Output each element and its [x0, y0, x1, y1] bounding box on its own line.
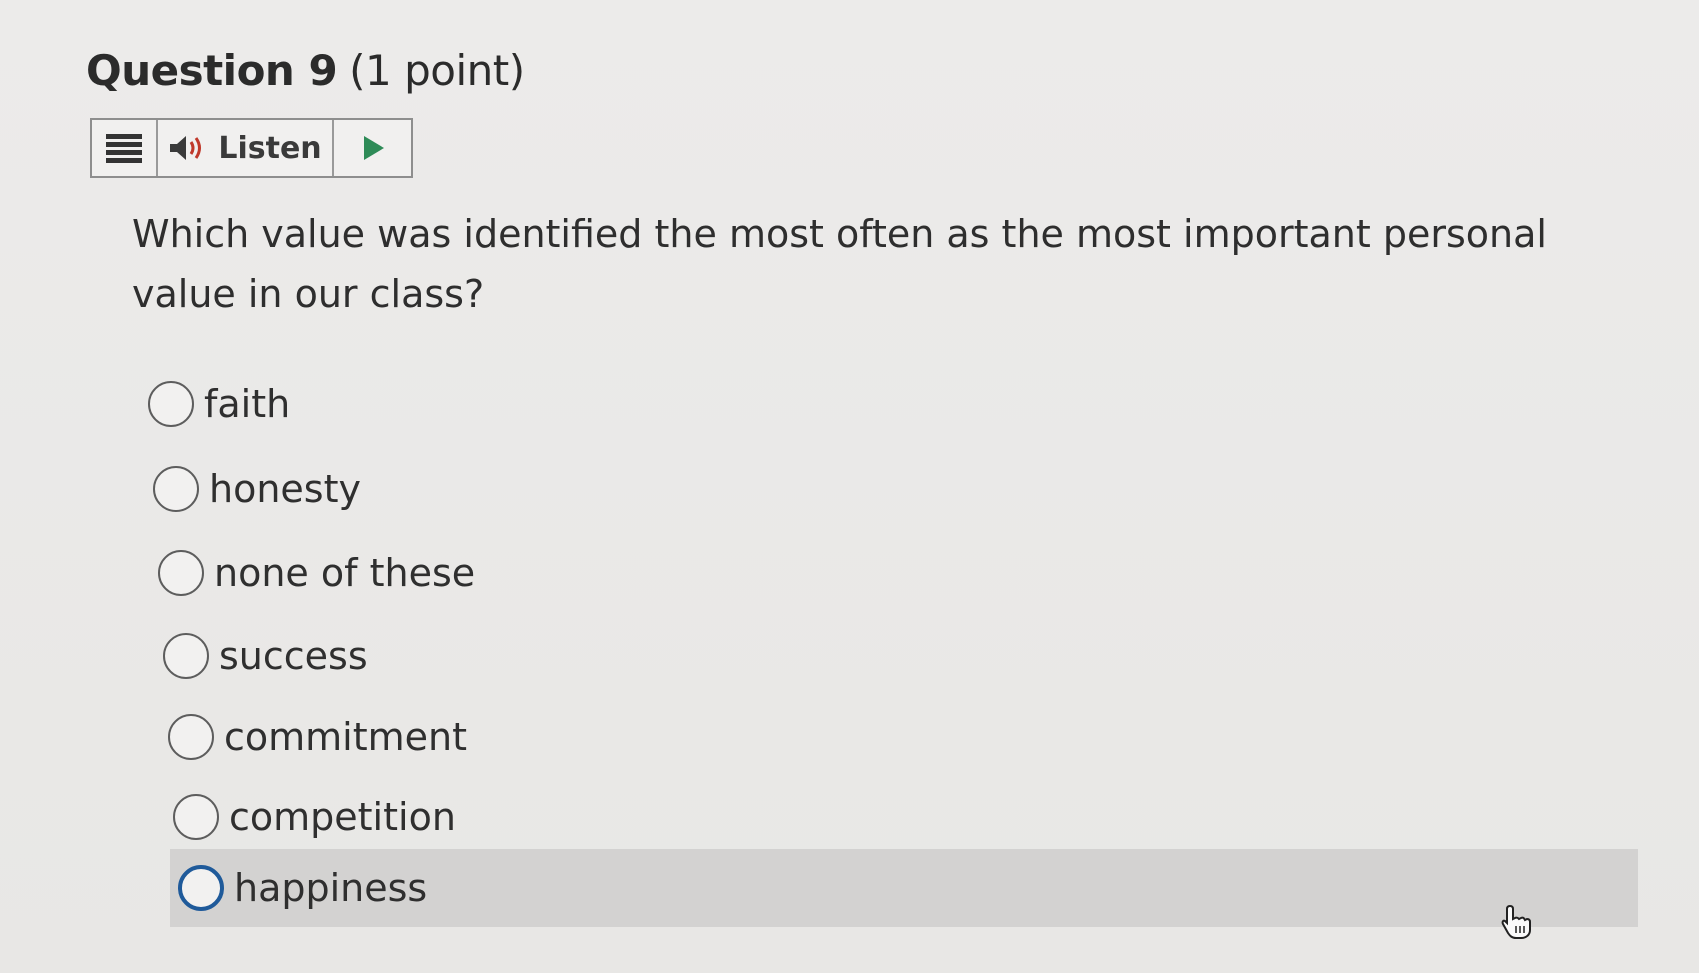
- option-competition[interactable]: competition: [173, 794, 456, 840]
- quiz-page: Question 9 (1 point) Listen Which value …: [0, 0, 1699, 973]
- hand-pointer-icon: [1501, 904, 1531, 939]
- question-text: Which value was identified the most ofte…: [132, 212, 1547, 316]
- radio-button[interactable]: [158, 550, 204, 596]
- play-icon: [363, 136, 384, 160]
- option-label: commitment: [224, 715, 468, 759]
- radio-button[interactable]: [163, 633, 209, 679]
- radio-button[interactable]: [148, 381, 194, 427]
- option-label: success: [219, 634, 368, 678]
- option-honesty[interactable]: honesty: [153, 466, 361, 512]
- question-points: (1 point): [349, 46, 525, 95]
- readspeaker-toolbar: Listen: [90, 118, 413, 178]
- menu-button[interactable]: [92, 120, 158, 176]
- option-label: none of these: [214, 551, 476, 595]
- option-commitment[interactable]: commitment: [168, 714, 467, 760]
- option-label: happiness: [234, 866, 428, 910]
- question-title: Question 9: [86, 46, 338, 95]
- speaker-icon: [170, 136, 202, 160]
- question-heading: Question 9 (1 point): [86, 46, 525, 95]
- listen-label: Listen: [218, 130, 322, 166]
- listen-button[interactable]: Listen: [158, 120, 334, 176]
- option-label: competition: [229, 795, 456, 839]
- option-label: faith: [204, 382, 291, 426]
- radio-button[interactable]: [178, 865, 224, 911]
- option-label: honesty: [209, 467, 361, 511]
- option-none-of-these[interactable]: none of these: [158, 550, 475, 596]
- radio-button[interactable]: [173, 794, 219, 840]
- option-happiness[interactable]: happiness: [170, 849, 1638, 927]
- option-success[interactable]: success: [163, 633, 368, 679]
- play-button[interactable]: [334, 120, 411, 176]
- option-faith[interactable]: faith: [148, 381, 290, 427]
- radio-button[interactable]: [153, 466, 199, 512]
- hamburger-menu-icon: [106, 134, 142, 163]
- radio-button[interactable]: [168, 714, 214, 760]
